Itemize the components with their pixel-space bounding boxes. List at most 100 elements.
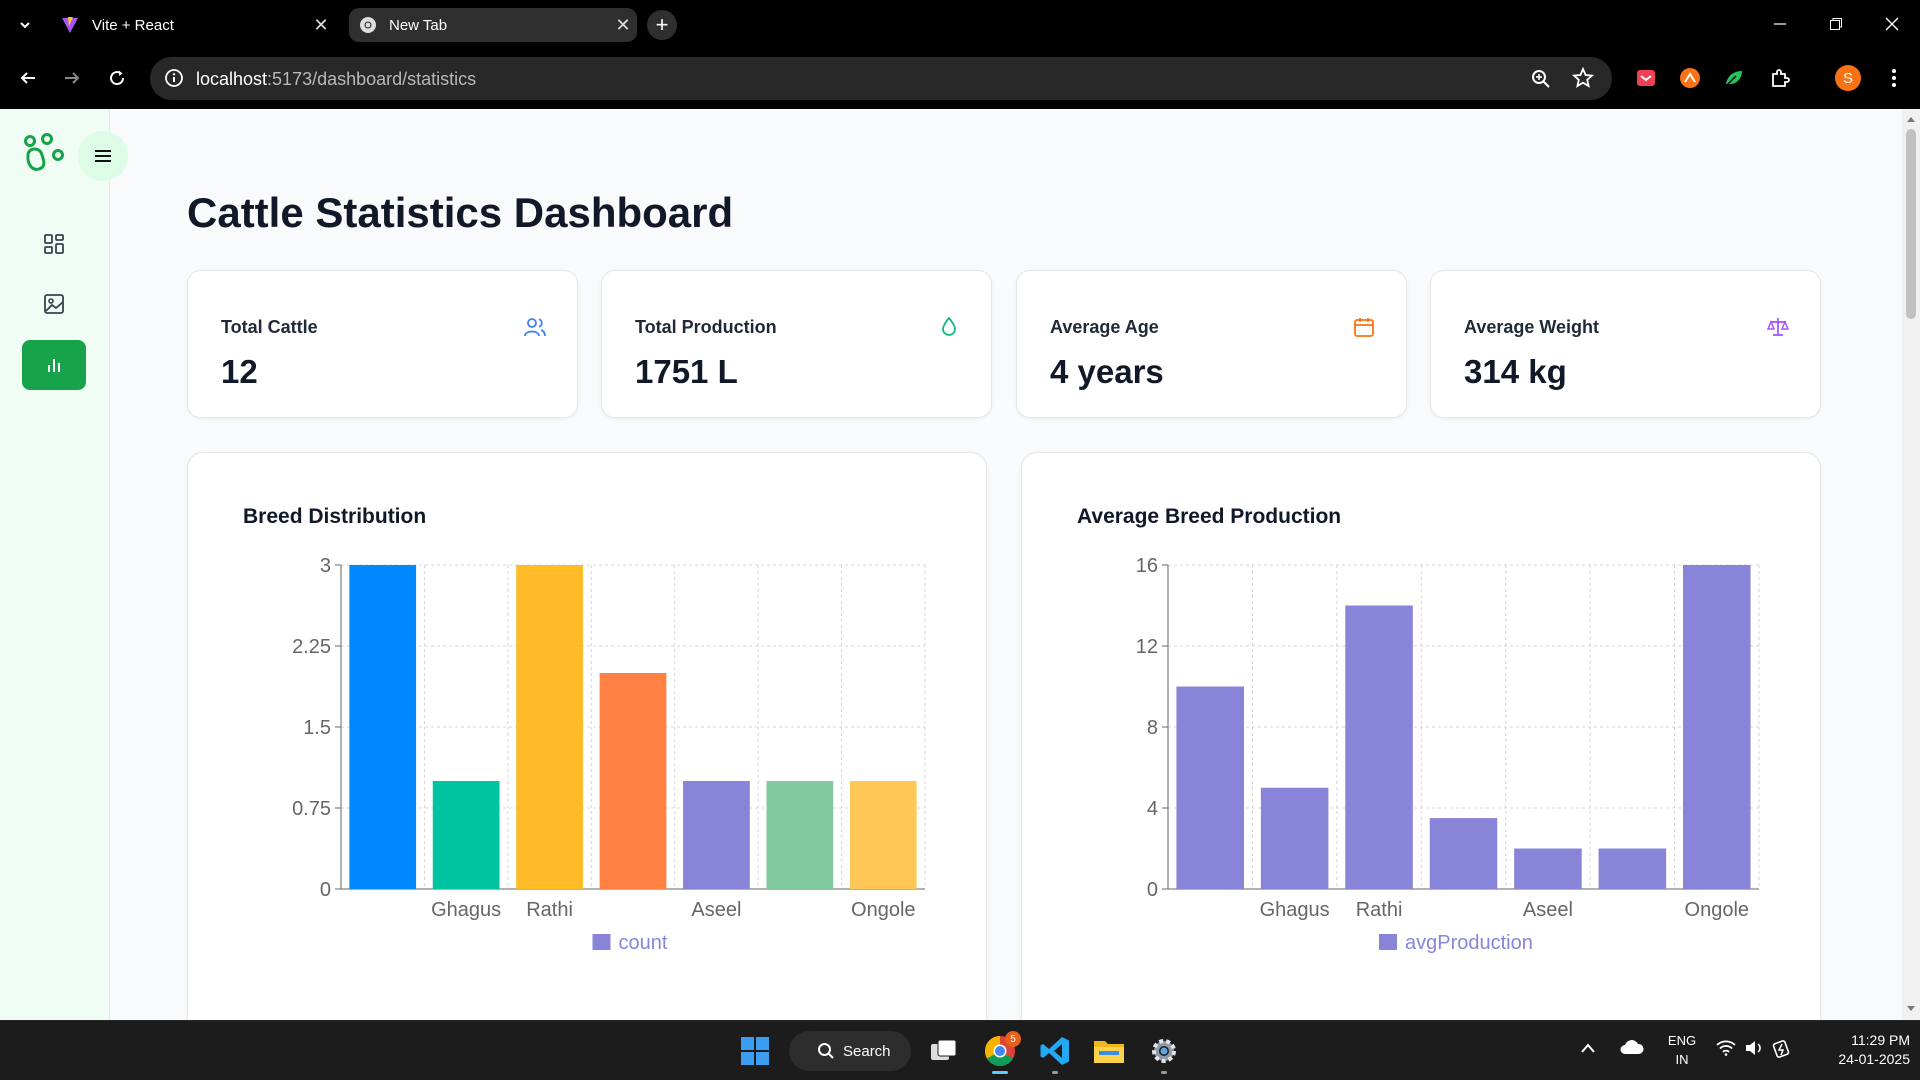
image-icon bbox=[44, 294, 64, 314]
stat-card-total-production: Total Production 1751 L bbox=[601, 270, 992, 418]
extension-orange-icon[interactable] bbox=[1672, 60, 1708, 96]
scrollbar-thumb[interactable] bbox=[1906, 129, 1916, 319]
sidebar-item-statistics[interactable] bbox=[22, 340, 86, 390]
profile-initial: S bbox=[1835, 65, 1861, 91]
bar bbox=[1598, 848, 1667, 889]
y-tick-label: 0 bbox=[320, 879, 331, 901]
bar bbox=[849, 781, 917, 889]
bar bbox=[766, 781, 834, 889]
page-scrollbar[interactable] bbox=[1902, 109, 1920, 1020]
x-tick-label: Rathi bbox=[1356, 899, 1403, 921]
vscode-icon[interactable] bbox=[1033, 1029, 1077, 1074]
close-window-icon[interactable] bbox=[1864, 0, 1920, 48]
task-view-icon[interactable] bbox=[922, 1029, 966, 1073]
pocket-extension-icon[interactable] bbox=[1628, 60, 1664, 96]
onedrive-cloud-icon[interactable] bbox=[1620, 1039, 1644, 1060]
legend-swatch bbox=[1379, 934, 1397, 950]
tab-vite-react[interactable]: Vite + React ✕ bbox=[52, 8, 335, 42]
sidebar-item-gallery[interactable] bbox=[22, 279, 86, 329]
grid-icon bbox=[44, 234, 64, 254]
x-tick-label: Ghagus bbox=[1260, 899, 1330, 921]
bar bbox=[1514, 848, 1582, 889]
bar bbox=[516, 565, 583, 889]
bar bbox=[432, 781, 500, 889]
x-tick-label: Aseel bbox=[691, 899, 741, 921]
region-code: IN bbox=[1675, 1052, 1689, 1067]
x-tick-label: Ghagus bbox=[431, 899, 501, 921]
app-logo-paw-icon[interactable] bbox=[22, 131, 66, 175]
minimize-window-icon[interactable] bbox=[1752, 0, 1808, 48]
tab-search-chevron-icon[interactable] bbox=[12, 12, 38, 38]
stat-label: Average Age bbox=[1050, 317, 1159, 337]
clock-date: 24-01-2025 bbox=[1838, 1051, 1910, 1067]
stat-value: 4 years bbox=[1050, 353, 1164, 390]
language-indicator[interactable]: ENG IN bbox=[1664, 1031, 1700, 1069]
wifi-icon[interactable] bbox=[1716, 1040, 1736, 1061]
scroll-up-arrow-icon[interactable] bbox=[1906, 115, 1916, 123]
extensions-puzzle-icon[interactable] bbox=[1762, 60, 1798, 96]
browser-menu-icon[interactable] bbox=[1876, 60, 1912, 96]
windows-taskbar: Search 5 ENG IN 11:29 PM 24-01-2025 bbox=[0, 1020, 1920, 1080]
chart-card-average-breed-production: Average Breed Production 0 4 8 12 16 Ghagus Ra… bbox=[1021, 452, 1821, 1020]
menu-toggle-button[interactable] bbox=[78, 131, 128, 181]
stat-label: Average Weight bbox=[1464, 317, 1600, 337]
close-tab-icon[interactable]: ✕ bbox=[609, 11, 637, 39]
url-path: :5173/dashboard/statistics bbox=[267, 69, 477, 89]
y-tick-label: 1.5 bbox=[303, 717, 331, 739]
address-bar[interactable]: localhost:5173/dashboard/statistics bbox=[150, 57, 1612, 100]
bar bbox=[1345, 605, 1413, 889]
new-tab-button[interactable]: + bbox=[647, 10, 677, 40]
tab-title: Vite + React bbox=[92, 16, 174, 34]
url-text: localhost:5173/dashboard/statistics bbox=[196, 69, 476, 90]
tab-new-tab[interactable]: New Tab ✕ bbox=[349, 8, 637, 42]
bar bbox=[1429, 818, 1498, 889]
legend-label: avgProduction bbox=[1405, 932, 1533, 954]
taskbar-search-button[interactable]: Search bbox=[789, 1031, 911, 1071]
forward-icon[interactable] bbox=[54, 60, 90, 96]
bookmark-star-icon[interactable] bbox=[1571, 66, 1595, 89]
x-tick-label: Ongole bbox=[851, 899, 916, 921]
stat-card-average-age: Average Age 4 years bbox=[1016, 270, 1407, 418]
x-tick-label: Aseel bbox=[1523, 899, 1573, 921]
site-info-icon[interactable] bbox=[164, 68, 184, 88]
chart-card-breed-distribution: Breed Distribution 0 0.75 1.5 2.25 3 Ghagus Ra… bbox=[187, 452, 987, 1020]
settings-gear-icon[interactable] bbox=[1142, 1029, 1186, 1074]
show-hidden-icons-chevron-icon[interactable] bbox=[1580, 1041, 1596, 1059]
average-breed-production-chart: 0 4 8 12 16 Ghagus Rathi Aseel Ongole avgProducti… bbox=[1136, 555, 1760, 954]
stat-label: Total Production bbox=[635, 317, 777, 337]
windows-start-icon[interactable] bbox=[733, 1029, 777, 1073]
stat-card-total-cattle: Total Cattle 12 bbox=[187, 270, 578, 418]
browser-tab-bar: Vite + React ✕ New Tab ✕ + bbox=[0, 0, 1920, 50]
search-icon bbox=[818, 1043, 834, 1059]
stat-value: 12 bbox=[221, 353, 258, 390]
y-tick-label: 16 bbox=[1136, 555, 1158, 577]
extension-leaf-icon[interactable] bbox=[1716, 60, 1752, 96]
scroll-down-arrow-icon[interactable] bbox=[1906, 1005, 1916, 1013]
restore-window-icon[interactable] bbox=[1808, 0, 1864, 48]
file-explorer-icon[interactable] bbox=[1087, 1029, 1131, 1073]
legend-label: count bbox=[619, 932, 668, 954]
profile-avatar[interactable]: S bbox=[1830, 60, 1866, 96]
close-tab-icon[interactable]: ✕ bbox=[307, 11, 335, 39]
x-tick-label: Ongole bbox=[1685, 899, 1750, 921]
y-tick-label: 0.75 bbox=[292, 798, 331, 820]
battery-icon[interactable] bbox=[1772, 1038, 1794, 1063]
y-tick-label: 2.25 bbox=[292, 636, 331, 658]
reload-icon[interactable] bbox=[99, 60, 135, 96]
bar bbox=[1260, 787, 1329, 889]
zoom-icon[interactable] bbox=[1530, 68, 1552, 90]
x-tick-label: Rathi bbox=[526, 899, 573, 921]
language-code: ENG bbox=[1667, 1033, 1697, 1048]
page-title: Cattle Statistics Dashboard bbox=[187, 189, 734, 236]
y-tick-label: 8 bbox=[1147, 717, 1158, 739]
active-app-indicator bbox=[992, 1071, 1008, 1074]
clock[interactable]: 11:29 PM 24-01-2025 bbox=[1810, 1031, 1910, 1069]
back-icon[interactable] bbox=[10, 60, 46, 96]
browser-toolbar: localhost:5173/dashboard/statistics S bbox=[0, 50, 1920, 109]
volume-icon[interactable] bbox=[1744, 1040, 1764, 1061]
clock-time: 11:29 PM bbox=[1851, 1032, 1910, 1048]
calendar-icon bbox=[1354, 318, 1374, 337]
sidebar-item-dashboard[interactable] bbox=[22, 219, 86, 269]
bar bbox=[349, 565, 417, 889]
taskbar-chrome-icon[interactable]: 5 bbox=[978, 1029, 1022, 1074]
